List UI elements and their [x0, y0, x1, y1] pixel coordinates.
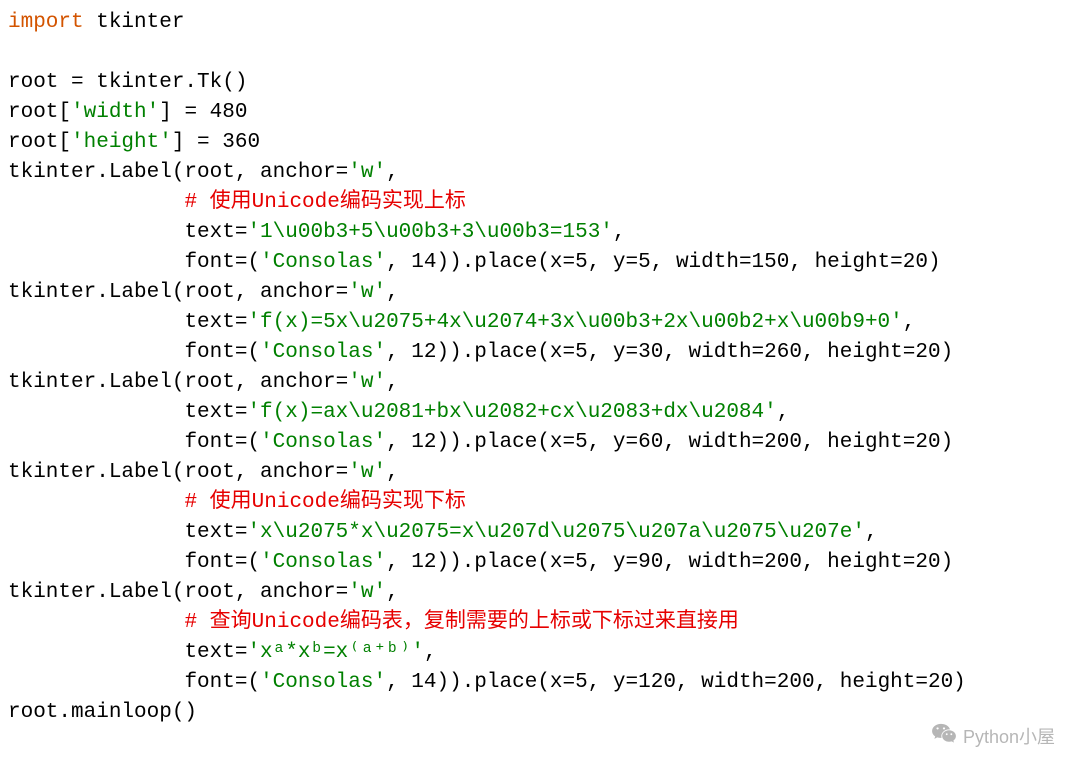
code-indent — [8, 611, 184, 634]
code-text: font=( — [184, 551, 260, 574]
comment: # 使用Unicode编码实现下标 — [184, 491, 465, 514]
code-indent — [8, 491, 184, 514]
code-text: ] = 480 — [159, 101, 247, 124]
string-literal: 'Consolas' — [260, 431, 386, 454]
code-text: text= — [184, 521, 247, 544]
code-text: font=( — [184, 251, 260, 274]
code-text: , — [903, 311, 916, 334]
string-literal: 'w' — [348, 581, 386, 604]
code-text: font=( — [184, 341, 260, 364]
string-literal: 'f(x)=ax\u2081+bx\u2082+cx\u2083+dx\u208… — [247, 401, 776, 424]
watermark-text: Python小屋 — [963, 723, 1055, 749]
code-indent — [8, 221, 184, 244]
code-text: root.mainloop() — [8, 701, 197, 724]
code-text: , — [386, 581, 399, 604]
code-block: import tkinter root = tkinter.Tk() root[… — [8, 8, 1072, 728]
code-text: root = tkinter.Tk() — [8, 71, 247, 94]
code-indent — [8, 341, 184, 364]
code-text: , — [386, 461, 399, 484]
code-text: font=( — [184, 671, 260, 694]
code-text: , 12)).place(x=5, y=30, width=260, heigh… — [386, 341, 953, 364]
code-indent — [8, 551, 184, 574]
code-text: font=( — [184, 431, 260, 454]
code-indent — [8, 311, 184, 334]
string-literal: 'w' — [348, 281, 386, 304]
string-literal: 'w' — [348, 371, 386, 394]
string-literal: 'Consolas' — [260, 551, 386, 574]
string-literal: 'height' — [71, 131, 172, 154]
code-text: ] = 360 — [172, 131, 260, 154]
code-indent — [8, 191, 184, 214]
comment: # 查询Unicode编码表，复制需要的上标或下标过来直接用 — [184, 611, 738, 634]
code-indent — [8, 401, 184, 424]
string-literal: 'w' — [348, 161, 386, 184]
string-literal: 'Consolas' — [260, 671, 386, 694]
code-text: , — [386, 281, 399, 304]
code-indent — [8, 671, 184, 694]
code-text: , 12)).place(x=5, y=60, width=200, heigh… — [386, 431, 953, 454]
code-text: , — [865, 521, 878, 544]
code-text: tkinter.Label(root, anchor= — [8, 161, 348, 184]
code-text: , — [386, 371, 399, 394]
code-text: text= — [184, 311, 247, 334]
string-literal: 'width' — [71, 101, 159, 124]
string-literal: 'f(x)=5x\u2075+4x\u2074+3x\u00b3+2x\u00b… — [247, 311, 902, 334]
code-text: tkinter.Label(root, anchor= — [8, 371, 348, 394]
string-literal: 'x\u2075*x\u2075=x\u207d\u2075\u207a\u20… — [247, 521, 865, 544]
code-text: , — [424, 641, 437, 664]
keyword-import: import — [8, 11, 84, 34]
string-literal: 'w' — [348, 461, 386, 484]
comment: # 使用Unicode编码实现上标 — [184, 191, 465, 214]
code-text: text= — [184, 401, 247, 424]
code-text: root[ — [8, 101, 71, 124]
code-indent — [8, 641, 184, 664]
code-text: text= — [184, 221, 247, 244]
code-text: root[ — [8, 131, 71, 154]
wechat-icon — [931, 722, 957, 749]
code-text: , — [777, 401, 790, 424]
code-text: , — [386, 161, 399, 184]
code-indent — [8, 251, 184, 274]
code-indent — [8, 521, 184, 544]
watermark: Python小屋 — [931, 722, 1055, 749]
code-text: , 12)).place(x=5, y=90, width=200, heigh… — [386, 551, 953, 574]
string-literal: 'Consolas' — [260, 251, 386, 274]
code-text: tkinter.Label(root, anchor= — [8, 461, 348, 484]
code-text: tkinter.Label(root, anchor= — [8, 581, 348, 604]
code-indent — [8, 431, 184, 454]
code-text: , 14)).place(x=5, y=120, width=200, heig… — [386, 671, 966, 694]
string-literal: 'xᵃ*xᵇ=x⁽ᵃ⁺ᵇ⁾' — [247, 641, 424, 664]
code-text: , — [613, 221, 626, 244]
code-text: text= — [184, 641, 247, 664]
string-literal: '1\u00b3+5\u00b3+3\u00b3=153' — [247, 221, 612, 244]
code-text: , 14)).place(x=5, y=5, width=150, height… — [386, 251, 941, 274]
string-literal: 'Consolas' — [260, 341, 386, 364]
code-text: tkinter.Label(root, anchor= — [8, 281, 348, 304]
code-text: tkinter — [84, 11, 185, 34]
